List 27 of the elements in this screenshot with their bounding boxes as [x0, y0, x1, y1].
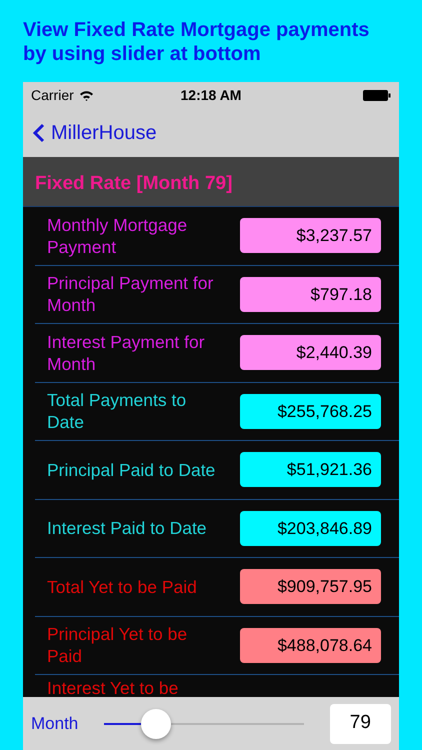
value-field: $203,846.89 — [240, 510, 381, 546]
carrier-label: Carrier — [31, 86, 74, 104]
value-field: $2,440.39 — [240, 335, 381, 370]
section-title: Fixed Rate [Month 79] — [35, 172, 232, 196]
month-label: Month — [31, 712, 78, 735]
row-label: Interest Yet to be — [47, 677, 180, 697]
row-label: Principal Paid to Date — [47, 458, 216, 481]
caption: View Fixed Rate Mortgage payments by using slider at bottom — [23, 18, 370, 67]
row-label: Principal Yet to be Paid — [47, 623, 188, 668]
row-label: Total Payments to Date — [47, 389, 188, 434]
slider-thumb[interactable] — [141, 708, 172, 738]
row-label: Total Yet to be Paid — [47, 576, 198, 598]
wifi-icon — [78, 90, 94, 100]
month-field[interactable]: 79 — [330, 704, 391, 744]
row-label: Interest Paid to Date — [47, 517, 208, 540]
value-field: $488,078.64 — [240, 628, 381, 663]
value-field: $51,921.36 — [240, 452, 381, 488]
value-field: $797.18 — [240, 276, 381, 312]
value-field: $909,757.95 — [240, 569, 381, 604]
row-label: Monthly Mortgage Payment — [47, 214, 188, 258]
row-label: Interest Payment for Month — [47, 330, 206, 375]
value-field: $3,237.57 — [240, 218, 381, 254]
value-field: $255,768.25 — [240, 394, 381, 429]
status-time: 12:18 AM — [180, 86, 242, 104]
row-label: Principal Payment for Month — [47, 272, 214, 316]
battery-icon — [363, 90, 391, 100]
chevron-left-icon — [33, 122, 45, 142]
